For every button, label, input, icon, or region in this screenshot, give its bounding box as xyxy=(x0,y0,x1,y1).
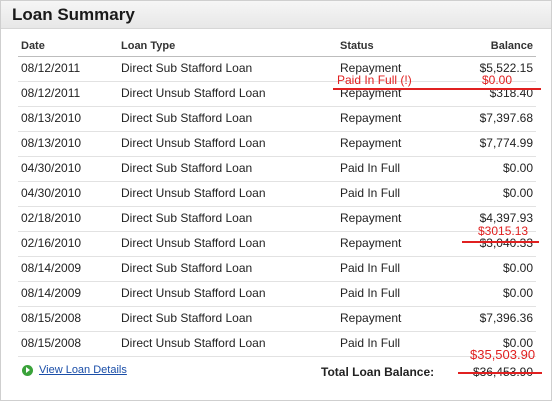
table-header: Date Loan Type Status Balance xyxy=(18,37,536,57)
row-status: Paid In Full xyxy=(340,286,401,300)
row-balance: $7,774.99 xyxy=(479,136,533,150)
table-row: 08/12/2011 Direct Unsub Stafford Loan Repa… xyxy=(18,82,536,107)
table-row: 04/30/2010 Direct Sub Stafford Loan Paid I… xyxy=(18,157,536,182)
loan-table-body: 08/12/2011 Direct Sub Stafford Loan Repaym… xyxy=(18,57,536,357)
annotation-corrected-balance: $3015.13 xyxy=(478,224,529,238)
row-balance: $7,397.68 xyxy=(479,111,533,125)
view-loan-details-label[interactable]: View Loan Details xyxy=(39,364,127,376)
table-row: 08/13/2010 Direct Unsub Stafford Loan Repa… xyxy=(18,132,536,157)
row-date: 04/30/2010 xyxy=(21,186,82,200)
row-date: 02/18/2010 xyxy=(21,211,82,225)
row-loan-type: Direct Unsub Stafford Loan xyxy=(121,336,266,350)
row-loan-type: Direct Unsub Stafford Loan xyxy=(121,286,266,300)
row-loan-type: Direct Sub Stafford Loan xyxy=(121,211,253,225)
row-balance: $4,397.93 xyxy=(479,211,533,225)
row-date: 08/14/2009 xyxy=(21,286,82,300)
arrow-right-icon xyxy=(22,364,33,376)
table-row: 08/13/2010 Direct Sub Stafford Loan Repaym… xyxy=(18,107,536,132)
row-balance: $0.00 xyxy=(502,261,533,275)
row-date: 02/16/2010 xyxy=(21,236,82,250)
row-status: Repayment xyxy=(340,136,402,150)
row-loan-type: Direct Sub Stafford Loan xyxy=(121,61,253,75)
table-row: 02/18/2010 Direct Sub Stafford Loan Repaym… xyxy=(18,207,536,232)
row-loan-type: Direct Sub Stafford Loan xyxy=(121,161,253,175)
view-loan-details-link[interactable]: View Loan Details xyxy=(22,364,127,376)
row-status: Paid In Full xyxy=(340,186,401,200)
row-date: 08/15/2008 xyxy=(21,311,82,325)
table-row: 08/14/2009 Direct Sub Stafford Loan Paid I… xyxy=(18,257,536,282)
row-balance: $3,040.33 xyxy=(479,236,533,250)
table-row: 08/14/2009 Direct Unsub Stafford Loan Paid… xyxy=(18,282,536,307)
row-date: 08/15/2008 xyxy=(21,336,82,350)
panel-title: Loan Summary xyxy=(12,5,135,24)
strike-line xyxy=(462,241,539,243)
row-date: 08/13/2010 xyxy=(21,111,82,125)
header-status: Status xyxy=(340,40,374,52)
row-loan-type: Direct Unsub Stafford Loan xyxy=(121,86,266,100)
strike-line xyxy=(333,88,541,90)
row-status: Paid In Full xyxy=(340,161,401,175)
row-loan-type: Direct Sub Stafford Loan xyxy=(121,311,253,325)
row-date: 08/12/2011 xyxy=(21,86,81,100)
row-loan-type: Direct Sub Stafford Loan xyxy=(121,111,253,125)
header-loan-type: Loan Type xyxy=(121,40,176,52)
row-loan-type: Direct Sub Stafford Loan xyxy=(121,261,253,275)
row-status: Repayment xyxy=(340,311,402,325)
row-date: 08/14/2009 xyxy=(21,261,82,275)
annotation-balance-zero: $0.00 xyxy=(482,73,513,87)
table-row: 04/30/2010 Direct Unsub Stafford Loan Paid… xyxy=(18,182,536,207)
row-balance: $7,396.36 xyxy=(479,311,533,325)
row-status: Repayment xyxy=(340,211,402,225)
table-row: 08/12/2011 Direct Sub Stafford Loan Repaym… xyxy=(18,57,536,82)
table-row: 02/16/2010 Direct Unsub Stafford Loan Repa… xyxy=(18,232,536,257)
row-status: Paid In Full xyxy=(340,261,401,275)
row-loan-type: Direct Unsub Stafford Loan xyxy=(121,136,266,150)
row-status: Repayment xyxy=(340,111,402,125)
row-balance: $0.00 xyxy=(502,186,533,200)
row-status: Repayment xyxy=(340,236,402,250)
row-date: 08/13/2010 xyxy=(21,136,82,150)
row-loan-type: Direct Unsub Stafford Loan xyxy=(121,186,266,200)
header-balance: Balance xyxy=(490,40,533,52)
table-row: 08/15/2008 Direct Unsub Stafford Loan Paid… xyxy=(18,332,536,357)
annotation-corrected-total: $35,503.90 xyxy=(470,347,536,362)
strike-line xyxy=(458,372,542,374)
row-balance: $0.00 xyxy=(502,161,533,175)
row-loan-type: Direct Unsub Stafford Loan xyxy=(121,236,266,250)
header-date: Date xyxy=(21,40,45,52)
table-row: 08/15/2008 Direct Sub Stafford Loan Repaym… xyxy=(18,307,536,332)
total-loan-balance-label: Total Loan Balance: xyxy=(321,365,435,379)
annotation-status-paid-in-full: Paid In Full (!) xyxy=(337,73,412,87)
row-status: Paid In Full xyxy=(340,336,401,350)
row-date: 04/30/2010 xyxy=(21,161,82,175)
row-balance: $0.00 xyxy=(502,286,533,300)
panel-header: Loan Summary xyxy=(1,1,551,29)
row-date: 08/12/2011 xyxy=(21,61,81,75)
